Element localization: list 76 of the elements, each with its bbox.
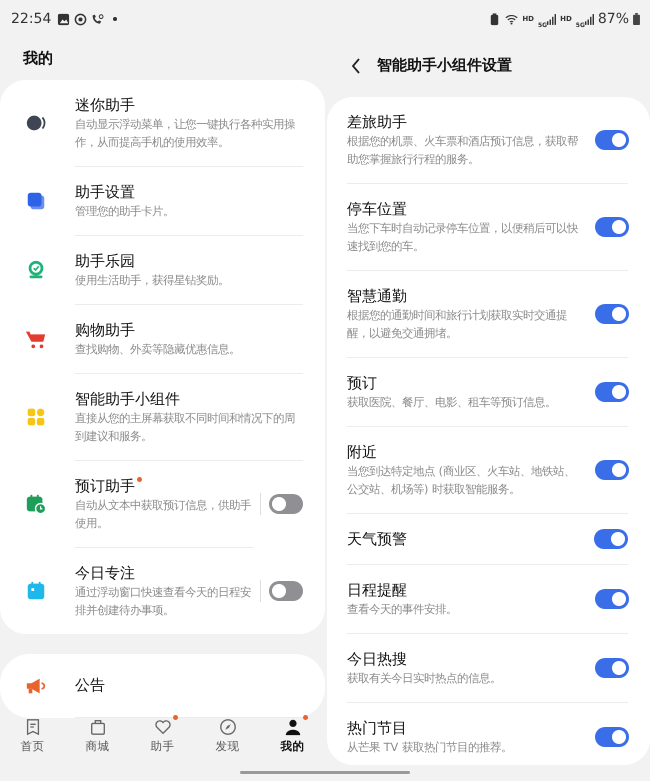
toggle-switch[interactable]: [595, 460, 629, 480]
menu-item[interactable]: 迷你助手 自动显示浮动菜单，让您一键执行各种实用操作，从而提高手机的使用效率。: [0, 80, 325, 167]
phone-icon: [91, 12, 104, 26]
toggle-switch[interactable]: [269, 494, 303, 514]
notification-dot-icon: [113, 17, 118, 21]
setting-title: 差旅助手: [347, 112, 408, 133]
menu-item[interactable]: 购物助手 查找购物、外卖等隐藏优惠信息。: [0, 304, 325, 374]
wifi-icon: [505, 12, 518, 26]
battery-level: 87%: [598, 11, 629, 27]
setting-title: 天气预警: [347, 529, 408, 550]
calendar-clock-icon: [25, 493, 47, 516]
menu-item[interactable]: 预订助手 自动从文本中获取预订信息，供助手使用。: [0, 460, 325, 548]
calendar-icon: [25, 580, 47, 602]
setting-title: 智慧通勤: [347, 286, 408, 307]
item-title: 购物助手: [75, 320, 135, 341]
item-title: 公告: [75, 674, 106, 696]
clock: 22:54: [11, 11, 52, 27]
bag-icon: [88, 718, 106, 736]
nav-tab[interactable]: 助手: [130, 718, 195, 765]
setting-title: 停车位置: [347, 199, 408, 220]
setting-description: 根据您的机票、火车票和酒店预订信息，获取帮助您掌握旅行行程的服务。: [347, 134, 579, 168]
item-title: 今日专注: [75, 562, 135, 584]
page-title: 我的: [23, 49, 53, 68]
setting-description: 查看今天的事件安排。: [347, 602, 458, 618]
target-icon: [74, 12, 88, 26]
nav-tab[interactable]: 首页: [0, 718, 65, 765]
item-title: 助手设置: [75, 182, 135, 203]
setting-title: 热门节目: [347, 718, 408, 739]
item-title: 助手乐园: [75, 250, 135, 272]
item-title: 智能助手小组件: [75, 388, 180, 410]
setting-description: 获取医院、餐厅、电影、租车等预订信息。: [347, 395, 557, 411]
cards-icon: [25, 190, 47, 212]
toggle-switch[interactable]: [595, 382, 629, 402]
item-description: 管理您的助手卡片。: [75, 204, 175, 220]
setting-description: 当您下车时自动记录停车位置，以便稍后可以快速找到您的车。: [347, 221, 579, 255]
toggle-switch[interactable]: [595, 130, 629, 150]
nav-tab[interactable]: 我的: [260, 718, 325, 765]
item-description: 查找购物、外卖等隐藏优惠信息。: [75, 342, 241, 358]
item-description: 使用生活助手，获得星钻奖励。: [75, 272, 230, 289]
item-title: 预订助手: [75, 476, 135, 497]
signal-icon: [547, 14, 556, 24]
setting-description: 从芒果 TV 获取热门节目的推荐。: [347, 740, 513, 756]
item-description: 自动从文本中获取预订信息，供助手使用。: [75, 498, 252, 532]
setting-title: 预订: [347, 373, 378, 394]
item-description: 通过浮动窗口快速查看今天的日程安排并创建待办事项。: [75, 584, 252, 619]
menu-item[interactable]: 公告: [0, 654, 325, 718]
item-description: 自动显示浮动菜单，让您一键执行各种实用操作，从而提高手机的使用效率。: [75, 116, 296, 151]
battery-icon: [633, 13, 640, 25]
toggle-switch[interactable]: [269, 580, 303, 601]
toggle-switch[interactable]: [594, 529, 628, 549]
setting-title: 日程提醒: [347, 580, 408, 601]
toggle-switch[interactable]: [595, 727, 629, 747]
heart-icon: [154, 718, 172, 736]
page-title: 智能助手小组件设置: [377, 56, 512, 75]
menu-item[interactable]: 今日专注 通过浮动窗口快速查看今天的日程安排并创建待办事项。: [0, 548, 325, 634]
nav-tab[interactable]: 商城: [65, 718, 130, 765]
signal-icon: [584, 14, 594, 24]
toggle-switch[interactable]: [595, 658, 629, 678]
setting-description: 根据您的通勤时间和旅行计划获取实时交通提醒，以避免交通拥堵。: [347, 308, 568, 342]
widgets-icon: [26, 407, 46, 428]
toggle-switch[interactable]: [595, 589, 629, 609]
item-title: 迷你助手: [75, 94, 135, 116]
setting-title: 附近: [347, 442, 378, 463]
menu-item[interactable]: 助手设置 管理您的助手卡片。: [0, 166, 325, 236]
menu-item[interactable]: 助手乐园 使用生活助手，获得星钻奖励。: [0, 236, 325, 305]
compass-icon: [218, 718, 236, 736]
toggle-switch[interactable]: [595, 304, 629, 324]
setting-description: 当您到达特定地点 (商业区、火车站、地铁站、公交站、机场等) 时获取智能服务。: [347, 464, 576, 498]
nav-tab[interactable]: 发现: [195, 718, 260, 765]
setting-title: 今日热搜: [347, 649, 408, 670]
person-icon: [284, 718, 302, 736]
setting-description: 获取有关今日实时热点的信息。: [347, 671, 502, 687]
toggle-switch[interactable]: [595, 217, 629, 237]
image-icon: [57, 12, 70, 26]
menu-item[interactable]: 智能助手小组件 直接从您的主屏幕获取不同时间和情况下的周到建议和服务。: [0, 374, 325, 461]
item-description: 直接从您的主屏幕获取不同时间和情况下的周到建议和服务。: [75, 410, 296, 445]
